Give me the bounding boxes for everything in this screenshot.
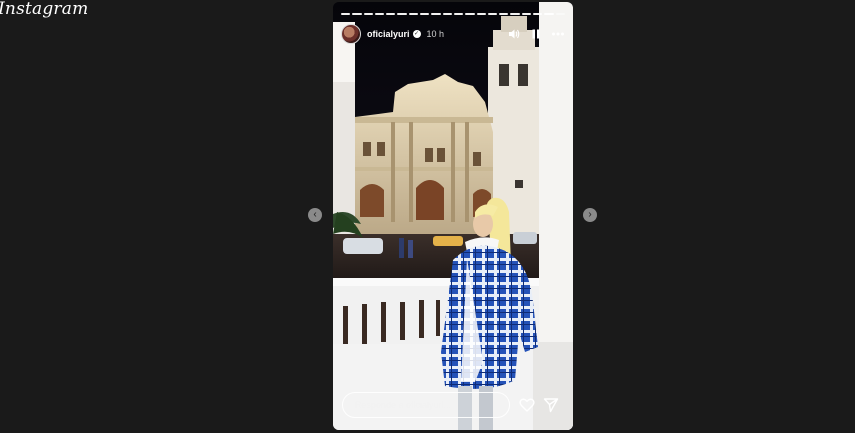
- progress-segment: [420, 13, 430, 15]
- send-icon: [543, 398, 559, 413]
- progress-segment: [374, 13, 385, 15]
- story-controls: [507, 27, 565, 41]
- pause-button[interactable]: [529, 27, 543, 41]
- story-progress: [341, 13, 565, 15]
- progress-segment: [499, 13, 509, 15]
- story-timestamp: 10 h: [426, 29, 445, 39]
- progress-segment: [442, 13, 452, 15]
- pause-icon: [532, 29, 540, 39]
- progress-segment: [341, 13, 351, 15]
- volume-icon: [509, 29, 520, 39]
- heart-icon: [519, 398, 535, 412]
- progress-segment: [510, 13, 520, 15]
- progress-segment: [533, 13, 543, 15]
- progress-segment: [431, 13, 441, 15]
- progress-segment: [363, 13, 373, 15]
- previous-story-button[interactable]: ‹: [308, 208, 322, 222]
- progress-segment: [352, 13, 362, 15]
- share-button[interactable]: [543, 397, 559, 413]
- progress-segment: [408, 13, 419, 15]
- volume-button[interactable]: [507, 27, 521, 41]
- like-button[interactable]: [519, 397, 535, 413]
- instagram-logo[interactable]: Instagram: [0, 0, 88, 19]
- progress-segment: [487, 13, 498, 15]
- progress-segment: [465, 13, 475, 15]
- progress-segment: [453, 13, 464, 15]
- verified-badge-icon: ✓: [412, 30, 421, 38]
- story-header: oficialyuri ✓ 10 h: [341, 22, 565, 46]
- progress-segment: [397, 13, 407, 15]
- story-viewer[interactable]: oficialyuri ✓ 10 h: [333, 2, 573, 430]
- story-photo: [333, 2, 573, 430]
- progress-segment: [386, 13, 396, 15]
- more-options-button[interactable]: [551, 27, 565, 41]
- progress-segment: [544, 13, 554, 15]
- chevron-right-icon: ›: [588, 209, 592, 220]
- progress-segment: [555, 13, 565, 15]
- progress-segment: [521, 13, 532, 15]
- avatar[interactable]: [341, 24, 361, 44]
- progress-segment: [476, 13, 486, 15]
- chevron-left-icon: ‹: [313, 209, 317, 220]
- more-icon: [552, 32, 564, 36]
- next-story-button[interactable]: ›: [583, 208, 597, 222]
- reply-input[interactable]: [342, 392, 510, 418]
- story-username[interactable]: oficialyuri: [367, 29, 410, 39]
